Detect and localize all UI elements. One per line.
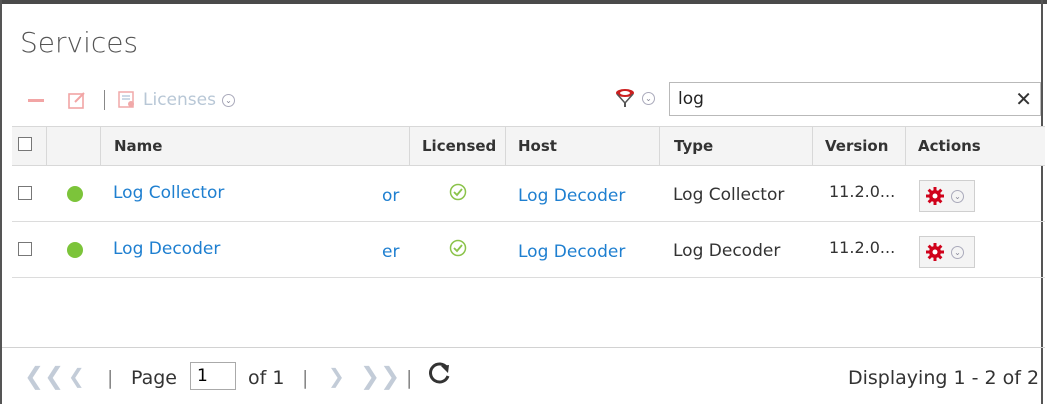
toolbar-separator [104, 90, 105, 110]
page-title: Services [20, 26, 139, 59]
row-checkbox[interactable] [18, 242, 32, 256]
last-page-icon[interactable]: ❯❯ [360, 362, 400, 390]
service-name-link[interactable]: Log Collector [113, 183, 224, 203]
table-header: Name Licensed Host Type Version Actions [12, 126, 1045, 166]
licenses-icon [118, 91, 134, 108]
status-indicator [67, 186, 83, 202]
header-actions: Actions [918, 137, 981, 155]
page-label: Page [131, 367, 177, 389]
version-cell: 11.2.0... [829, 238, 896, 257]
select-all-checkbox[interactable] [18, 137, 32, 151]
table-row[interactable]: Log Collector or Log Decoder Log Collect… [12, 166, 1045, 222]
gear-icon [926, 187, 944, 205]
filter-icon [616, 89, 634, 107]
version-cell: 11.2.0... [829, 182, 896, 201]
remove-icon[interactable] [28, 98, 44, 102]
header-type[interactable]: Type [674, 127, 713, 165]
pager-separator: | [302, 367, 309, 389]
check-icon [449, 239, 467, 262]
header-version[interactable]: Version [825, 127, 888, 165]
chevron-down-icon[interactable]: ⌄ [951, 245, 964, 259]
table-row[interactable]: Log Decoder er Log Decoder Log Decoder 1… [12, 222, 1045, 278]
pager-separator: | [107, 367, 114, 389]
service-name-tail: er [382, 242, 400, 262]
host-link[interactable]: Log Decoder [518, 242, 625, 262]
header-licensed[interactable]: Licensed [422, 127, 496, 165]
actions-button[interactable]: ⌄ [919, 236, 975, 268]
toolbar: Licenses ⌄ [28, 86, 235, 114]
status-indicator [67, 242, 83, 258]
prev-page-icon[interactable]: ❮ [68, 364, 85, 388]
services-panel: Services Licenses ⌄ ⌄ log ✕ Name License… [0, 0, 1045, 404]
close-icon[interactable]: ✕ [1015, 87, 1032, 111]
edit-icon[interactable] [66, 89, 88, 111]
check-icon [449, 183, 467, 206]
refresh-icon[interactable] [427, 360, 453, 391]
actions-button[interactable]: ⌄ [919, 180, 975, 212]
page-number-input[interactable] [190, 362, 236, 390]
host-link[interactable]: Log Decoder [518, 186, 625, 206]
licenses-button[interactable]: Licenses ⌄ [117, 90, 235, 110]
pager-separator: | [406, 367, 413, 389]
next-page-icon[interactable]: ❯ [328, 364, 345, 388]
filter-button[interactable]: ⌄ [614, 88, 655, 108]
header-name[interactable]: Name [114, 127, 162, 165]
row-checkbox[interactable] [18, 186, 32, 200]
page-count-label: of 1 [248, 367, 285, 389]
type-cell: Log Collector [673, 185, 785, 205]
search-input[interactable] [670, 88, 1000, 110]
licenses-label: Licenses [143, 90, 216, 110]
displaying-count: Displaying 1 - 2 of 2 [848, 367, 1040, 389]
gear-icon [926, 243, 944, 261]
service-name-tail: or [382, 186, 400, 206]
first-page-icon[interactable]: ❮❮ [24, 362, 64, 390]
chevron-down-icon[interactable]: ⌄ [221, 93, 235, 107]
filter-chevron-down-icon[interactable]: ⌄ [642, 91, 655, 105]
service-name-link[interactable]: Log Decoder [113, 239, 220, 259]
header-host[interactable]: Host [518, 127, 557, 165]
pagination-bar: ❮❮ ❮ | Page of 1 | ❯ ❯❯ | Displaying 1 -… [2, 347, 1045, 404]
chevron-down-icon[interactable]: ⌄ [951, 189, 964, 203]
type-cell: Log Decoder [673, 241, 781, 261]
search-field[interactable]: ✕ [669, 82, 1041, 116]
